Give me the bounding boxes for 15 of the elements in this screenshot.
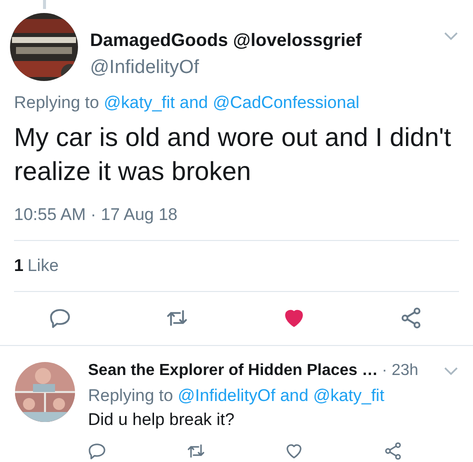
replying-to-text: Replying to @katy_fit and @CadConfessional [14,93,360,113]
like-label[interactable]: Like [27,256,59,276]
reply-time: · 23h [382,362,418,380]
author-handle: @InfidelityOf [90,57,200,79]
reply-author-name[interactable]: Sean the Explorer of Hidden Places … [88,362,378,380]
tweet-text: My car is old and wore out and I didn't realize it was broken [14,121,452,188]
author-name[interactable]: DamagedGoods @lovelossgrief [90,30,431,51]
replying-to-text: Replying to @InfidelityOf and @katy_fit [88,386,386,406]
reply-icon[interactable] [87,440,107,461]
share-icon[interactable] [399,306,423,330]
share-icon[interactable] [382,440,403,461]
reply-icon[interactable] [48,306,72,330]
reply-text: Did u help break it? [88,408,236,431]
tweet-timestamp: 10:55 AM · 17 Aug 18 [14,204,179,225]
like-count[interactable]: 1 [14,256,24,276]
